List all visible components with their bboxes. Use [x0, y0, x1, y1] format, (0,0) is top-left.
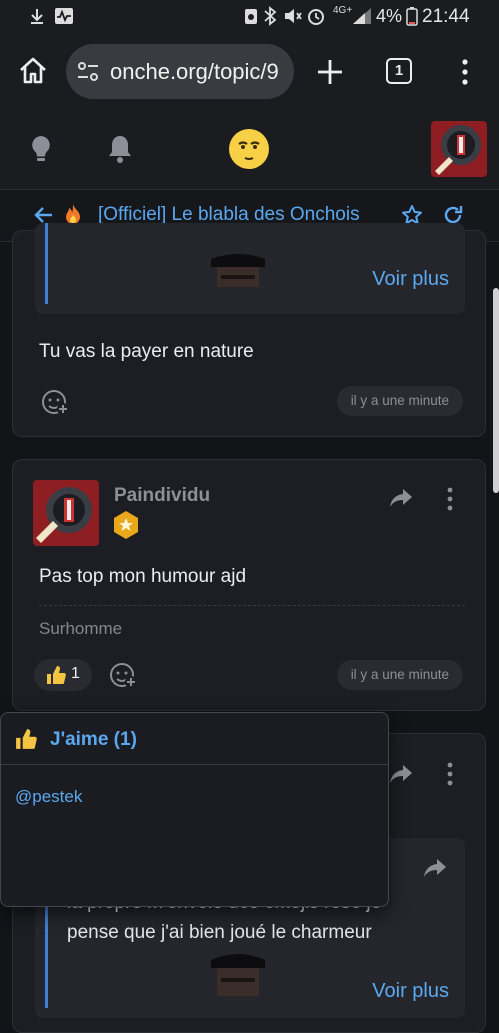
- quote-text-line: pense que j'ai bien joué le charmeur: [67, 922, 372, 943]
- post-text: Tu vas la payer en nature: [39, 341, 254, 362]
- like-reaction-button[interactable]: 1: [34, 659, 92, 691]
- like-count: 1: [71, 665, 80, 682]
- post-menu-icon[interactable]: [446, 762, 454, 791]
- post-timestamp: il y a une minute: [336, 386, 463, 416]
- author-name[interactable]: Paindividu: [114, 485, 210, 507]
- mute-icon: [283, 7, 303, 30]
- app-header: [0, 108, 499, 190]
- post-text: Pas top mon humour ajd: [39, 566, 247, 587]
- home-icon[interactable]: [18, 56, 48, 91]
- likes-popup: J'aime (1) @pestek: [0, 712, 389, 907]
- share-icon[interactable]: [389, 764, 413, 789]
- likes-popup-title: J'aime (1): [50, 729, 137, 750]
- status-bar: 4G+ 4% 21:44: [0, 0, 499, 34]
- signature-divider: [39, 605, 465, 606]
- quoted-image: [207, 245, 269, 292]
- site-settings-icon[interactable]: [76, 61, 100, 88]
- network-type: 4G+: [333, 5, 353, 16]
- tab-count: 1: [394, 62, 404, 79]
- star-badge-icon: [112, 510, 140, 545]
- liker-username[interactable]: @pestek: [15, 787, 82, 807]
- post-card: Voir plus Tu vas la payer en nature il y…: [12, 223, 486, 437]
- url-text[interactable]: onche.org/topic/9: [110, 59, 279, 85]
- activity-icon: [54, 7, 74, 30]
- battery-icon: [406, 6, 418, 31]
- quoted-message: Voir plus: [35, 223, 465, 314]
- voir-plus-link[interactable]: Voir plus: [372, 268, 449, 291]
- signal-icon: [352, 7, 372, 30]
- battery-percent: 4%: [376, 6, 403, 26]
- sync-icon: [243, 7, 259, 30]
- post-card: Paindividu Pas top mon humour ajd Surhom…: [12, 459, 486, 711]
- bluetooth-icon: [262, 6, 278, 31]
- thumbs-up-icon: [46, 665, 66, 690]
- lightbulb-icon[interactable]: [30, 134, 52, 169]
- quoted-image: [207, 946, 269, 1001]
- voir-plus-link[interactable]: Voir plus: [372, 980, 449, 1003]
- download-icon: [28, 7, 46, 30]
- scrollbar-thumb[interactable]: [493, 288, 499, 493]
- clock: 21:44: [422, 6, 470, 27]
- alarm-icon: [307, 6, 325, 31]
- browser-menu-icon[interactable]: [460, 58, 470, 91]
- add-reaction-icon[interactable]: [108, 660, 138, 690]
- post-timestamp: il y a une minute: [336, 660, 463, 690]
- user-avatar[interactable]: [431, 121, 487, 182]
- bell-icon[interactable]: [107, 134, 133, 169]
- quote-bar: [45, 223, 48, 304]
- thumbs-up-icon: [15, 728, 37, 755]
- browser-toolbar: onche.org/topic/9 1: [0, 34, 499, 108]
- author-avatar[interactable]: [33, 480, 99, 551]
- site-logo-smiley-icon[interactable]: [228, 128, 270, 175]
- popup-divider: [1, 764, 388, 765]
- quote-share-icon[interactable]: [423, 858, 447, 883]
- new-tab-icon[interactable]: [316, 58, 344, 91]
- post-signature: Surhomme: [39, 619, 123, 638]
- post-menu-icon[interactable]: [446, 487, 454, 516]
- tab-switcher-button[interactable]: 1: [386, 58, 412, 84]
- share-icon[interactable]: [389, 488, 413, 513]
- add-reaction-icon[interactable]: [40, 387, 70, 417]
- address-bar[interactable]: onche.org/topic/9: [66, 44, 294, 99]
